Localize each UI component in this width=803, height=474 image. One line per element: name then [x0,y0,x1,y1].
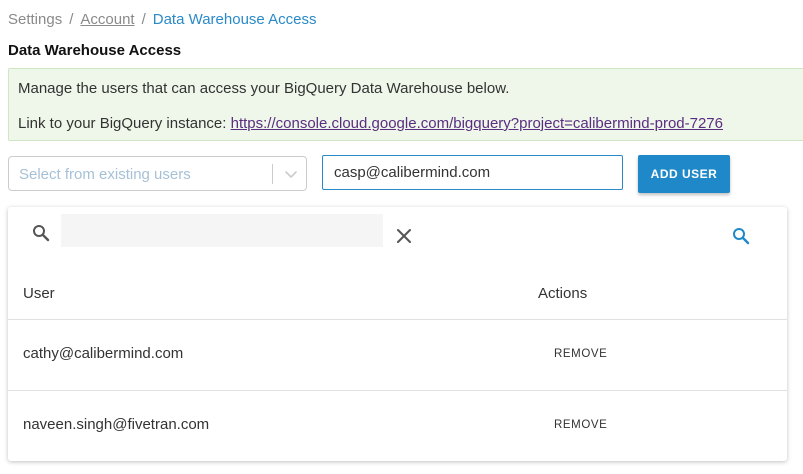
existing-users-select[interactable]: Select from existing users [8,156,307,191]
search-icon [33,225,50,242]
breadcrumb-separator: / [141,11,146,28]
close-icon[interactable] [396,228,412,244]
breadcrumb-current: Data Warehouse Access [152,11,317,28]
users-table-card: User Actions cathy@calibermind.com REMOV… [8,207,787,461]
info-description: Manage the users that can access your Bi… [18,80,510,97]
select-divider [272,164,273,184]
breadcrumb-separator: / [69,11,74,28]
info-link-line: Link to your BigQuery instance: https://… [18,115,723,132]
remove-user-button[interactable]: REMOVE [554,419,607,431]
add-user-button[interactable]: ADD USER [638,155,730,193]
existing-users-placeholder: Select from existing users [19,166,191,183]
chevron-down-icon[interactable] [283,166,299,182]
info-link-prefix: Link to your BigQuery instance: [18,115,231,132]
table-search-input[interactable] [61,214,383,247]
column-header-user: User [23,285,55,302]
email-input[interactable] [322,155,623,190]
row-user-email: naveen.singh@fivetran.com [23,416,210,433]
search-icon[interactable] [732,227,750,245]
remove-user-button[interactable]: REMOVE [554,348,607,360]
column-header-actions: Actions [538,285,588,302]
breadcrumb: Settings / Account / Data Warehouse Access [8,11,316,28]
table-row: cathy@calibermind.com REMOVE [8,319,787,390]
table-row: naveen.singh@fivetran.com REMOVE [8,390,787,461]
row-user-email: cathy@calibermind.com [23,345,184,362]
page-title: Data Warehouse Access [8,42,182,59]
breadcrumb-account-link[interactable]: Account [80,11,134,28]
bigquery-instance-link[interactable]: https://console.cloud.google.com/bigquer… [231,115,723,132]
info-panel: Manage the users that can access your Bi… [8,68,803,141]
breadcrumb-settings[interactable]: Settings [8,11,62,28]
